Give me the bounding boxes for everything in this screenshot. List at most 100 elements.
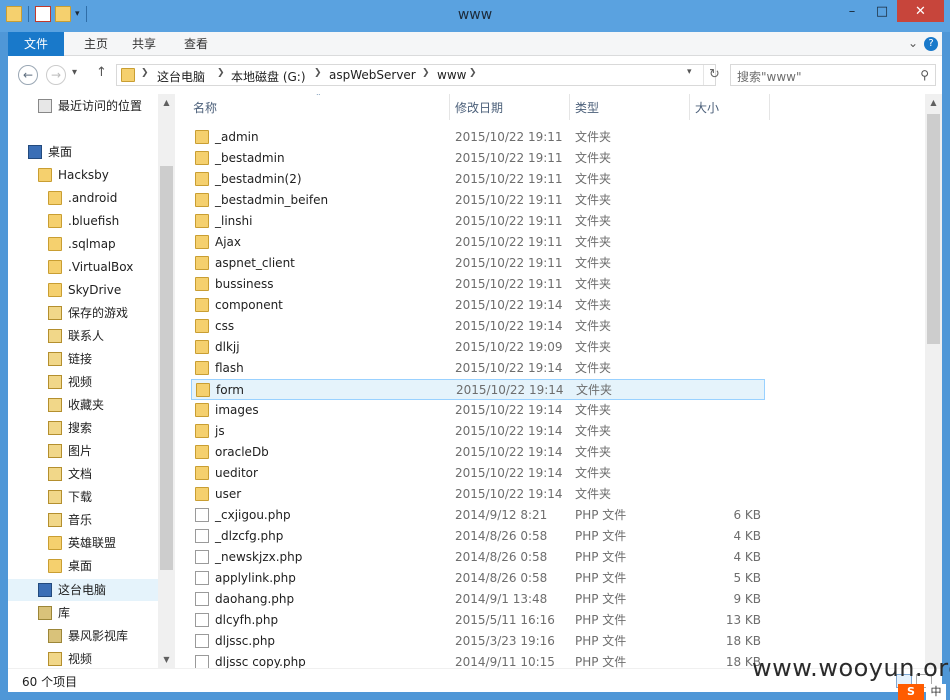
table-row[interactable]: flash 2015/10/22 19:14 文件夹 <box>191 358 765 379</box>
nav-item[interactable]: 最近访问的位置 <box>8 95 158 117</box>
file-date-modified: 2015/10/22 19:09 <box>455 340 563 354</box>
nav-item[interactable]: 桌面 <box>8 555 158 577</box>
minimize-button[interactable]: – <box>837 0 867 22</box>
table-row[interactable]: css 2015/10/22 19:14 文件夹 <box>191 316 765 337</box>
search-icon[interactable]: ⚲ <box>920 68 929 82</box>
back-button[interactable]: ← <box>18 65 38 85</box>
recent-locations-icon[interactable]: ▾ <box>72 67 77 78</box>
tab-share[interactable]: 共享 <box>122 32 166 56</box>
table-row[interactable]: dljssc copy.php 2014/9/11 10:15 PHP 文件 18 K… <box>191 652 765 668</box>
chevron-down-icon[interactable]: ▾ <box>687 67 701 77</box>
nav-item[interactable]: 图片 <box>8 440 158 462</box>
close-button[interactable]: ✕ <box>897 0 944 22</box>
table-row[interactable]: ueditor 2015/10/22 19:14 文件夹 <box>191 463 765 484</box>
nav-item-label: 联系人 <box>68 329 105 343</box>
tab-file[interactable]: 文件 <box>8 32 64 56</box>
table-row[interactable]: aspnet_client 2015/10/22 19:11 文件夹 <box>191 253 765 274</box>
column-type[interactable]: 类型 <box>575 94 685 122</box>
nav-item[interactable]: 视频 <box>8 371 158 393</box>
nav-item[interactable]: 链接 <box>8 348 158 370</box>
file-list-scrollbar[interactable]: ▲ <box>925 94 942 668</box>
table-row[interactable]: user 2015/10/22 19:14 文件夹 <box>191 484 765 505</box>
breadcrumb-www[interactable]: www <box>437 68 466 82</box>
table-row[interactable]: dlcyfh.php 2015/5/11 16:16 PHP 文件 13 KB <box>191 610 765 631</box>
nav-item[interactable]: 视频 <box>8 648 158 668</box>
table-row[interactable]: Ajax 2015/10/22 19:11 文件夹 <box>191 232 765 253</box>
table-row[interactable]: component 2015/10/22 19:14 文件夹 <box>191 295 765 316</box>
scroll-down-icon[interactable]: ▼ <box>158 651 175 668</box>
scroll-up-icon[interactable]: ▲ <box>925 94 942 111</box>
column-divider[interactable] <box>689 94 690 120</box>
scroll-up-icon[interactable]: ▲ <box>158 94 175 111</box>
table-row[interactable]: daohang.php 2014/9/1 13:48 PHP 文件 9 KB <box>191 589 765 610</box>
column-divider[interactable] <box>449 94 450 120</box>
nav-item[interactable]: 文档 <box>8 463 158 485</box>
nav-item[interactable]: 这台电脑 <box>8 579 158 601</box>
nav-item[interactable]: 搜索 <box>8 417 158 439</box>
table-row[interactable]: _newskjzx.php 2014/8/26 0:58 PHP 文件 4 KB <box>191 547 765 568</box>
tab-view[interactable]: 查看 <box>174 32 218 56</box>
table-row[interactable]: _admin 2015/10/22 19:11 文件夹 <box>191 127 765 148</box>
breadcrumb-aspwebserver[interactable]: aspWebServer <box>329 68 416 82</box>
table-row[interactable]: dljssc.php 2015/3/23 19:16 PHP 文件 18 KB <box>191 631 765 652</box>
file-date-modified: 2015/5/11 16:16 <box>455 613 555 627</box>
table-row[interactable]: bussiness 2015/10/22 19:11 文件夹 <box>191 274 765 295</box>
breadcrumb-drive[interactable]: 本地磁盘 (G:) <box>231 68 306 85</box>
table-row[interactable]: _bestadmin 2015/10/22 19:11 文件夹 <box>191 148 765 169</box>
table-row[interactable]: _cxjigou.php 2014/9/12 8:21 PHP 文件 6 KB <box>191 505 765 526</box>
nav-item[interactable]: 桌面 <box>8 141 158 163</box>
table-row[interactable]: applylink.php 2014/8/26 0:58 PHP 文件 5 KB <box>191 568 765 589</box>
nav-item[interactable]: 下载 <box>8 486 158 508</box>
nav-item[interactable]: 英雄联盟 <box>8 532 158 554</box>
nav-item[interactable]: 收藏夹 <box>8 394 158 416</box>
chevron-right-icon[interactable]: ❯ <box>217 68 225 78</box>
ime-mode-indicator[interactable]: 中 <box>926 684 946 700</box>
chevron-right-icon[interactable]: ❯ <box>141 68 149 78</box>
nav-item[interactable]: .VirtualBox <box>8 256 158 278</box>
table-row[interactable]: dlkjj 2015/10/22 19:09 文件夹 <box>191 337 765 358</box>
refresh-button[interactable]: ↻ <box>703 65 725 85</box>
column-date-modified[interactable]: 修改日期 <box>455 94 565 122</box>
nav-item[interactable]: .bluefish <box>8 210 158 232</box>
up-button[interactable]: ↑ <box>96 65 107 80</box>
table-row[interactable]: form 2015/10/22 19:14 文件夹 <box>191 379 765 400</box>
navigation-scrollbar[interactable]: ▲ ▼ <box>158 94 175 668</box>
pictures-icon <box>48 444 62 458</box>
nav-item[interactable]: 联系人 <box>8 325 158 347</box>
address-bar[interactable]: ❯ 这台电脑 ❯ 本地磁盘 (G:) ❯ aspWebServer ❯ www … <box>116 64 720 86</box>
nav-item[interactable]: Hacksby <box>8 164 158 186</box>
nav-item[interactable]: SkyDrive <box>8 279 158 301</box>
table-row[interactable]: js 2015/10/22 19:14 文件夹 <box>191 421 765 442</box>
table-row[interactable]: _bestadmin(2) 2015/10/22 19:11 文件夹 <box>191 169 765 190</box>
nav-item[interactable]: .sqlmap <box>8 233 158 255</box>
nav-item[interactable]: 库 <box>8 602 158 624</box>
breadcrumb-this-pc[interactable]: 这台电脑 <box>157 68 205 85</box>
chevron-right-icon[interactable]: ❯ <box>422 68 430 78</box>
column-divider[interactable] <box>569 94 570 120</box>
table-row[interactable]: _bestadmin_beifen 2015/10/22 19:11 文件夹 <box>191 190 765 211</box>
column-divider[interactable] <box>769 94 770 120</box>
column-size[interactable]: 大小 <box>695 94 765 122</box>
help-icon[interactable]: ? <box>924 37 938 51</box>
file-type: 文件夹 <box>576 383 613 397</box>
ime-logo-icon[interactable]: S <box>898 684 924 700</box>
chevron-right-icon[interactable]: ❯ <box>469 68 477 78</box>
forward-button[interactable]: → <box>46 65 66 85</box>
nav-item[interactable]: 音乐 <box>8 509 158 531</box>
nav-item[interactable]: 保存的游戏 <box>8 302 158 324</box>
file-list: 名称 ⌃ 修改日期 类型 大小 _admin 2015/10/22 19:11 文件… <box>175 94 925 668</box>
nav-item[interactable]: .android <box>8 187 158 209</box>
tab-home[interactable]: 主页 <box>74 32 118 56</box>
maximize-button[interactable]: □ <box>867 0 897 22</box>
table-row[interactable]: _dlzcfg.php 2014/8/26 0:58 PHP 文件 4 KB <box>191 526 765 547</box>
folder-icon <box>48 260 62 274</box>
table-row[interactable]: images 2015/10/22 19:14 文件夹 <box>191 400 765 421</box>
chevron-right-icon[interactable]: ❯ <box>314 68 322 78</box>
nav-item[interactable]: 暴风影视库 <box>8 625 158 647</box>
expand-ribbon-icon[interactable]: ⌄ <box>908 36 918 50</box>
search-input[interactable]: 搜索"www" ⚲ <box>730 64 936 86</box>
scrollbar-thumb[interactable] <box>927 114 940 344</box>
table-row[interactable]: _linshi 2015/10/22 19:11 文件夹 <box>191 211 765 232</box>
scrollbar-thumb[interactable] <box>160 166 173 570</box>
table-row[interactable]: oracleDb 2015/10/22 19:14 文件夹 <box>191 442 765 463</box>
